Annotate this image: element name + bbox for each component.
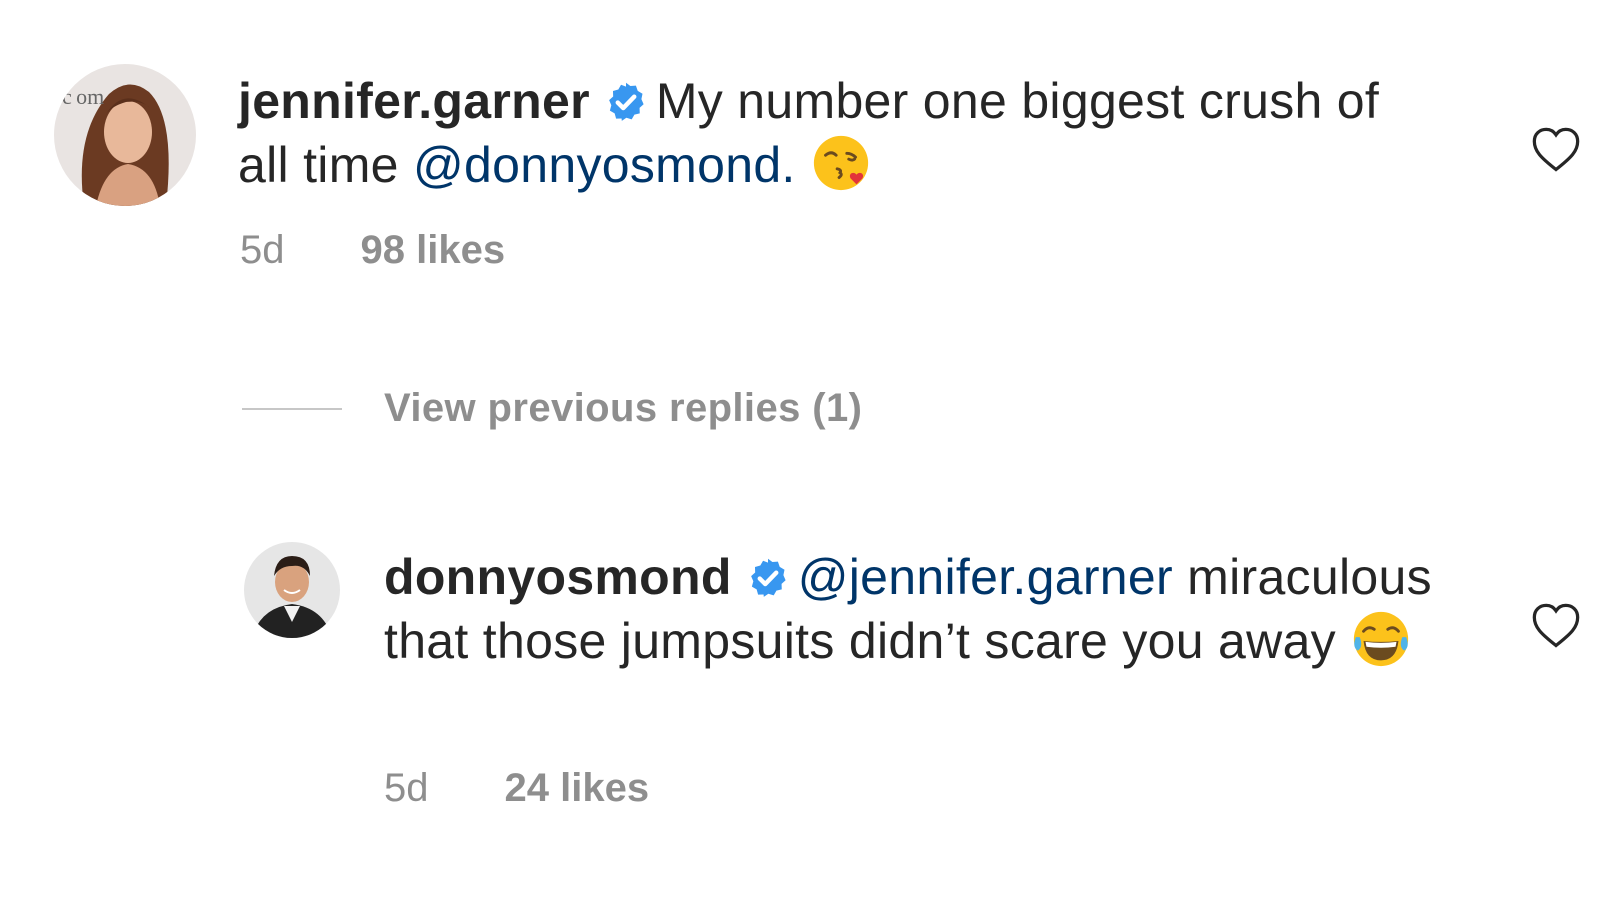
comment-timestamp: 5d — [240, 228, 285, 272]
likes-count-button[interactable]: 24 likes — [505, 766, 650, 811]
avatar[interactable] — [244, 542, 340, 638]
replies-divider — [242, 407, 342, 410]
mention-link[interactable]: @jennifer.garner — [798, 549, 1173, 605]
comment-1: jennifer.garner My number one biggest cru… — [238, 70, 1418, 196]
comment-2: donnyosmond @jennifer.garner miraculous t… — [384, 546, 1444, 672]
verified-badge-icon — [750, 558, 786, 597]
verified-badge-icon — [608, 82, 644, 121]
face-blowing-kiss-icon — [813, 135, 868, 191]
view-previous-replies-button[interactable]: View previous replies (1) — [242, 386, 862, 431]
avatar-photo-icon: c om — [54, 64, 196, 206]
like-heart-icon[interactable] — [1530, 124, 1582, 176]
comment-meta: 5d 98 likes — [240, 228, 505, 273]
comment-timestamp: 5d — [384, 766, 429, 810]
comments-panel: c om jennifer.garner My number one bigges… — [0, 0, 1600, 900]
comment-text: donnyosmond @jennifer.garner miraculous t… — [384, 546, 1444, 672]
comment-username[interactable]: jennifer.garner — [238, 73, 590, 129]
mention-link[interactable]: @donnyosmond. — [413, 137, 796, 193]
view-replies-label: View previous replies (1) — [384, 386, 863, 430]
comment-username[interactable]: donnyosmond — [384, 549, 732, 605]
comment-meta: 5d 24 likes — [384, 766, 649, 811]
avatar[interactable]: c om — [54, 64, 196, 206]
like-heart-icon[interactable] — [1530, 600, 1582, 652]
likes-count-button[interactable]: 98 likes — [361, 228, 506, 273]
face-with-tears-of-joy-icon — [1353, 611, 1409, 667]
avatar-photo-icon — [244, 542, 340, 638]
svg-text:c om: c om — [62, 84, 104, 109]
comment-text: jennifer.garner My number one biggest cru… — [238, 70, 1418, 196]
